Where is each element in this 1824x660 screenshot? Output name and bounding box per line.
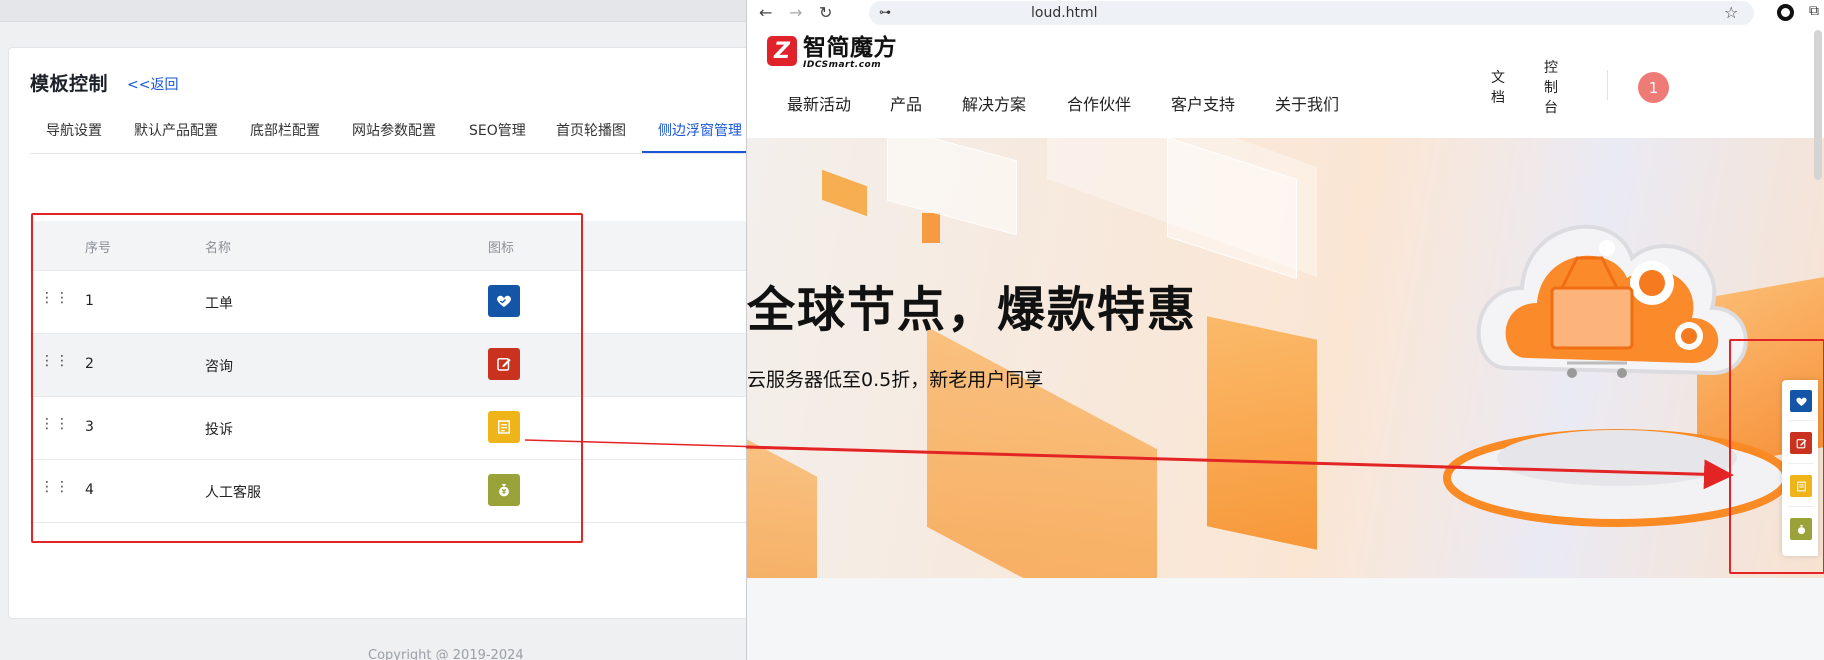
page-below-banner	[747, 578, 1824, 660]
tab-seo[interactable]: SEO管理	[469, 120, 526, 140]
user-avatar[interactable]: 1	[1638, 72, 1669, 103]
admin-panel: 模板控制 <<返回 导航设置 默认产品配置 底部栏配置 网站参数配置 SEO管理…	[0, 0, 746, 660]
docs-link[interactable]: 文档	[1491, 68, 1507, 108]
site-logo[interactable]: Z 智简魔方 IDCSmart.com	[767, 36, 897, 70]
tab-footer-config[interactable]: 底部栏配置	[250, 120, 320, 140]
header-divider	[1607, 70, 1608, 100]
bookmark-star-icon[interactable]: ☆	[1724, 3, 1738, 22]
extensions-icon[interactable]: ⧉	[1809, 3, 1819, 19]
annotation-box-left	[31, 213, 583, 543]
logo-mark-icon: Z	[767, 36, 797, 66]
deco-shape	[887, 138, 1017, 236]
deco-shape	[822, 169, 867, 217]
forward-arrow-icon[interactable]: →	[789, 3, 802, 22]
screenshot-frame: 模板控制 <<返回 导航设置 默认产品配置 底部栏配置 网站参数配置 SEO管理…	[0, 0, 1824, 660]
address-bar[interactable]: ⊶ loud.html	[869, 1, 1754, 25]
deco-shape	[922, 213, 940, 243]
site-header: Z 智简魔方 IDCSmart.com 最新活动 产品 解决方案 合作伙伴 客户…	[747, 26, 1824, 138]
hero-headline: 全球节点，爆款特惠	[747, 282, 1198, 338]
deco-shape	[747, 439, 817, 578]
hero-subline: 云服务器低至0.5折，新老用户同享	[747, 369, 1044, 391]
menu-item-solutions[interactable]: 解决方案	[962, 91, 1026, 115]
tab-side-float[interactable]: 侧边浮窗管理	[658, 120, 742, 140]
tab-carousel[interactable]: 首页轮播图	[556, 120, 626, 140]
deco-shape	[1207, 316, 1317, 550]
profile-icon[interactable]	[1777, 4, 1794, 21]
menu-item-about[interactable]: 关于我们	[1275, 91, 1339, 115]
logo-en-text: IDCSmart.com	[803, 60, 882, 70]
menu-item-partners[interactable]: 合作伙伴	[1067, 91, 1131, 115]
back-link[interactable]: <<返回	[127, 74, 178, 94]
hero-banner: 全球节点，爆款特惠 云服务器低至0.5折，新老用户同享	[747, 138, 1824, 578]
console-link[interactable]: 控制台	[1544, 58, 1560, 118]
annotation-box-right	[1729, 339, 1824, 574]
tab-nav-settings[interactable]: 导航设置	[46, 120, 102, 140]
page-title: 模板控制	[30, 73, 109, 95]
tab-default-product[interactable]: 默认产品配置	[134, 120, 218, 140]
tab-site-params[interactable]: 网站参数配置	[352, 120, 436, 140]
menu-item-activities[interactable]: 最新活动	[787, 91, 851, 115]
menu-item-support[interactable]: 客户支持	[1171, 91, 1235, 115]
admin-topbar	[0, 0, 746, 22]
browser-toolbar: ← → ↻ ⊶ loud.html ☆ ⧉	[747, 0, 1824, 26]
url-text[interactable]: loud.html	[1031, 5, 1098, 21]
browser-window: ← → ↻ ⊶ loud.html ☆ ⧉ Z 智简魔方 IDCSmart.co…	[746, 0, 1824, 660]
back-arrow-icon[interactable]: ←	[759, 3, 772, 22]
page-scrollbar[interactable]	[1814, 30, 1822, 180]
reload-icon[interactable]: ↻	[819, 3, 832, 22]
copyright-text: Copyright @ 2019-2024	[368, 648, 524, 660]
logo-cn-text: 智简魔方	[803, 35, 897, 61]
site-info-icon[interactable]: ⊶	[879, 5, 891, 19]
menu-item-products[interactable]: 产品	[890, 91, 922, 115]
tab-bar: 导航设置 默认产品配置 底部栏配置 网站参数配置 SEO管理 首页轮播图 侧边浮…	[30, 112, 746, 154]
active-tab-underline	[642, 151, 746, 153]
